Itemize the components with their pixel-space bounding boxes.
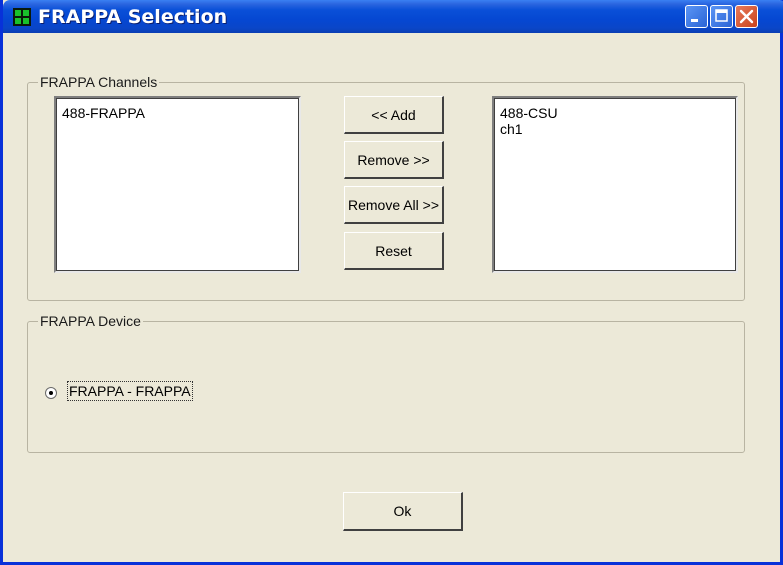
radio-selected-dot: [49, 391, 53, 395]
add-button[interactable]: << Add: [344, 96, 444, 134]
minimize-button[interactable]: [685, 5, 708, 28]
close-button[interactable]: [735, 5, 758, 28]
list-item[interactable]: 488-FRAPPA: [62, 105, 293, 121]
available-channels-list[interactable]: 488-FRAPPA: [54, 96, 301, 273]
ok-button[interactable]: Ok: [343, 492, 463, 531]
dialog-window: FRAPPA Selection FRAPPA Channels 488-FRA…: [0, 0, 783, 565]
list-item[interactable]: ch1: [500, 121, 730, 137]
remove-all-button[interactable]: Remove All >>: [344, 186, 444, 224]
device-group-title: FRAPPA Device: [38, 313, 143, 329]
reset-button[interactable]: Reset: [344, 232, 444, 270]
minimize-icon: [691, 19, 698, 22]
window-title: FRAPPA Selection: [38, 6, 228, 28]
selected-channels-list[interactable]: 488-CSU ch1: [492, 96, 738, 273]
channels-group-title: FRAPPA Channels: [38, 74, 160, 90]
close-icon: [739, 9, 754, 24]
remove-button[interactable]: Remove >>: [344, 141, 444, 179]
maximize-icon: [715, 9, 728, 22]
maximize-button[interactable]: [710, 5, 733, 28]
title-bar[interactable]: FRAPPA Selection: [3, 0, 783, 33]
frappa-device-radio[interactable]: [45, 387, 57, 399]
frappa-device-label[interactable]: FRAPPA - FRAPPA: [67, 381, 193, 401]
list-item[interactable]: 488-CSU: [500, 105, 730, 121]
app-icon: [13, 8, 31, 26]
